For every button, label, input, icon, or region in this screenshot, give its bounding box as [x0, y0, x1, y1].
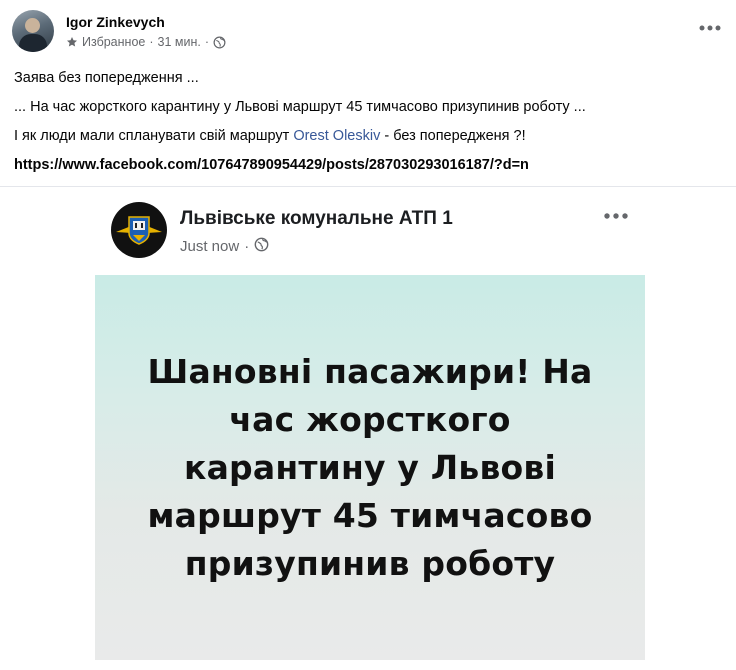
meta-separator: · — [149, 35, 154, 49]
more-options-icon — [699, 25, 721, 31]
globe-icon[interactable] — [213, 36, 226, 49]
atp-logo-icon — [116, 216, 162, 245]
author-avatar[interactable] — [12, 10, 54, 52]
shared-post-time[interactable]: Just now — [180, 238, 239, 255]
url-link[interactable]: https://www.facebook.com/107647890954429… — [14, 157, 529, 173]
shared-more-options-button[interactable] — [601, 206, 631, 226]
post-line: ... На час жорсткого карантину у Львові … — [14, 99, 586, 115]
post-line: І як люди мали спланувати свій маршрут O… — [14, 122, 724, 151]
audience-label[interactable]: Избранное — [82, 35, 145, 49]
announcement-text: Шановні пасажири! На час жорсткого каран… — [147, 351, 593, 583]
post-line: Заява без попередження ... — [14, 70, 199, 86]
star-icon — [66, 36, 78, 48]
divider — [0, 186, 736, 187]
shared-post-meta: Just now · — [180, 237, 269, 256]
meta-separator: · — [204, 35, 210, 49]
post-time[interactable]: 31 мин. — [158, 35, 201, 49]
page-name[interactable]: Львівське комунальне АТП 1 — [180, 208, 453, 230]
post-line-text: - без попередженя ?! — [380, 128, 526, 144]
globe-icon[interactable] — [254, 237, 269, 256]
post-body: Заява без попередження ... ... На час жо… — [14, 64, 724, 180]
post-line: https://www.facebook.com/107647890954429… — [14, 151, 724, 180]
shared-post-header: Львівське комунальне АТП 1 Just now · — [111, 198, 631, 260]
post-header: Igor Zinkevych Избранное · 31 мин. · — [12, 10, 724, 56]
more-options-icon — [604, 213, 628, 219]
meta-separator: · — [244, 238, 250, 255]
author-name[interactable]: Igor Zinkevych — [66, 14, 165, 30]
announcement-image[interactable]: Шановні пасажири! На час жорсткого каран… — [95, 275, 645, 660]
post-meta: Избранное · 31 мин. · — [66, 35, 226, 49]
page-logo[interactable] — [111, 202, 167, 258]
post-more-options-button[interactable] — [696, 18, 724, 38]
post-line-text: І як люди мали спланувати свій маршрут — [14, 128, 294, 144]
mention-link[interactable]: Orest Oleskiv — [293, 128, 380, 144]
